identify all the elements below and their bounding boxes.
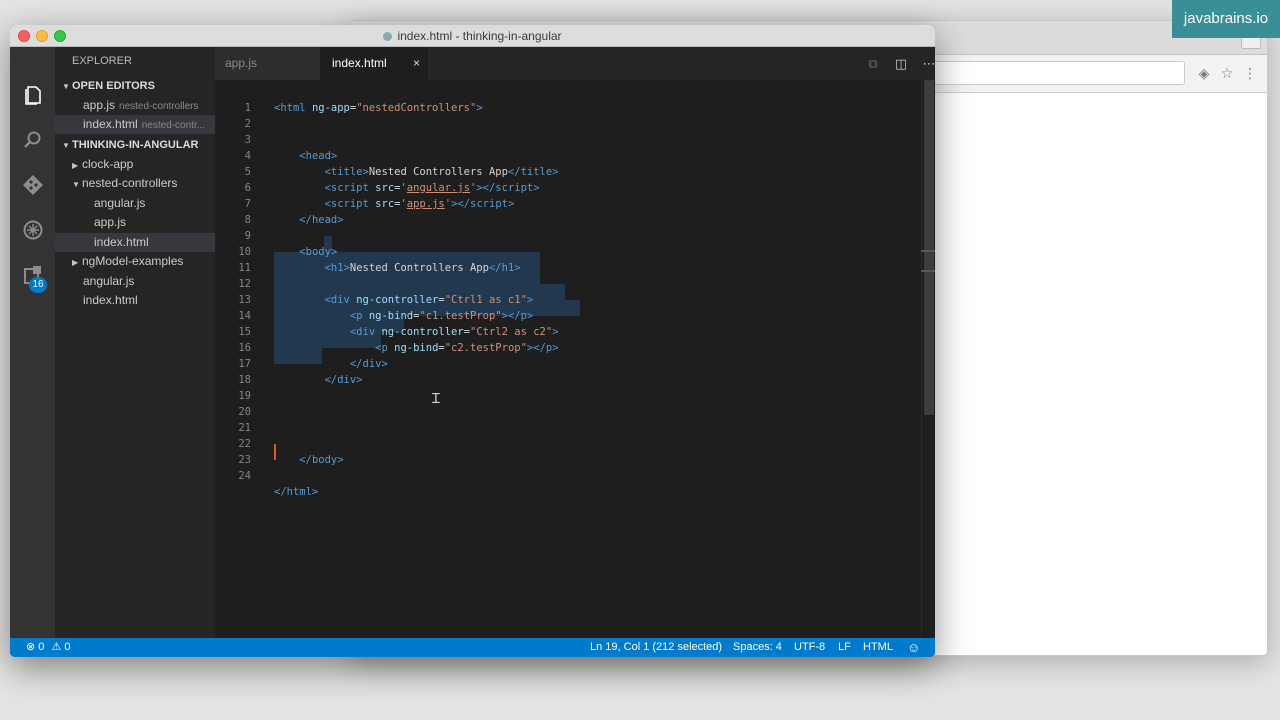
- error-icon: ⊗: [26, 641, 36, 653]
- tree-file-index-html[interactable]: index.html: [55, 233, 215, 252]
- code-line: 8 </head>: [244, 214, 344, 226]
- chevron-down-icon: ▼: [72, 180, 80, 189]
- chevron-right-icon: ▶: [72, 161, 79, 170]
- activity-bar: 16: [10, 47, 55, 638]
- code-line: 20: [238, 406, 251, 418]
- code-line: 22: [238, 438, 251, 450]
- close-window-button[interactable]: [18, 30, 30, 42]
- code-line: 3: [244, 134, 251, 146]
- files-icon[interactable]: [20, 84, 45, 109]
- text-cursor: [274, 444, 276, 460]
- chevron-down-icon: ▼: [62, 141, 70, 150]
- scroll-thumb[interactable]: [924, 80, 934, 415]
- code-line: 18 </div>: [238, 374, 363, 386]
- close-tab-icon[interactable]: ×: [413, 47, 420, 80]
- code-line: 6 <script src='angular.js'></script>: [244, 182, 540, 194]
- code-line: 14 <p ng-bind="c1.testProp"></p>: [238, 310, 534, 322]
- debug-icon[interactable]: [20, 219, 45, 244]
- editor-scrollbar[interactable]: [921, 80, 935, 638]
- code-line: 16 <p ng-bind="c2.testProp"></p>: [238, 342, 559, 354]
- extensions-badge: 16: [29, 277, 47, 293]
- tree-file-app-js[interactable]: app.js: [55, 213, 215, 232]
- chevron-down-icon: ▼: [62, 82, 70, 91]
- cursor-position[interactable]: Ln 19, Col 1 (212 selected): [590, 638, 722, 657]
- file-icon: [383, 32, 393, 41]
- explorer-sidebar: EXPLORER ▼ OPEN EDITORS app.js nested-cont…: [55, 47, 215, 638]
- code-line: 7 <script src='app.js'></script>: [244, 198, 515, 210]
- code-line: 19: [238, 390, 251, 402]
- warning-icon: ⚠: [51, 641, 62, 653]
- code-line: 11 <h1>Nested Controllers App</h1>: [238, 262, 521, 274]
- language-mode[interactable]: HTML: [863, 638, 893, 657]
- chevron-right-icon: ▶: [72, 258, 79, 267]
- code-line: </html>: [274, 486, 319, 498]
- split-editor-icon[interactable]: ◫: [892, 55, 910, 73]
- code-line: 12: [238, 278, 251, 290]
- vscode-window: index.html - thinking-in-angular 16 EXPL…: [10, 25, 935, 657]
- bookmark-star-icon[interactable]: ☆: [1217, 63, 1237, 83]
- code-line: 13 <div ng-controller="Ctrl1 as c1">: [238, 294, 534, 306]
- code-line: 1 <html ng-app="nestedControllers">: [244, 102, 483, 114]
- code-editor[interactable]: 1 <html ng-app="nestedControllers"> 2 3 4…: [215, 80, 935, 638]
- tree-file-angular-js[interactable]: angular.js: [55, 272, 215, 291]
- code-line: 5 <title>Nested Controllers App</title>: [244, 166, 559, 178]
- tree-file-angular-js[interactable]: angular.js: [55, 194, 215, 213]
- mouse-ibeam-icon: Ɪ: [432, 391, 440, 407]
- tab-app-js[interactable]: app.js: [215, 47, 320, 80]
- code-line: 24: [238, 470, 251, 482]
- zoom-window-button[interactable]: [54, 30, 66, 42]
- angular-extension-icon[interactable]: ◈: [1194, 63, 1214, 83]
- open-editor-item[interactable]: index.html nested-contr...: [55, 115, 215, 134]
- more-actions-icon[interactable]: ⋯: [920, 55, 936, 73]
- feedback-smiley-icon[interactable]: ☺: [907, 638, 920, 657]
- encoding[interactable]: UTF-8: [794, 638, 825, 657]
- tree-file-index-html[interactable]: index.html: [55, 291, 215, 310]
- open-changes-icon[interactable]: ⧉: [864, 55, 882, 73]
- code-line: 21: [238, 422, 251, 434]
- git-icon[interactable]: [20, 174, 45, 199]
- browser-menu-icon[interactable]: ⋮: [1240, 63, 1260, 83]
- indentation[interactable]: Spaces: 4: [733, 638, 782, 657]
- code-line: 9: [244, 230, 251, 242]
- explorer-title: EXPLORER: [72, 55, 132, 67]
- problems-indicator[interactable]: ⊗ 0 ⚠ 0: [26, 638, 71, 657]
- brand-badge: javabrains.io: [1172, 0, 1280, 38]
- minimize-window-button[interactable]: [36, 30, 48, 42]
- end-of-line[interactable]: LF: [838, 638, 851, 657]
- tree-folder-nested-controllers[interactable]: ▼ nested-controllers: [55, 174, 215, 193]
- tree-folder-ngmodel-examples[interactable]: ▶ ngModel-examples: [55, 252, 215, 271]
- code-line: 17 </div>: [238, 358, 388, 370]
- project-header[interactable]: ▼ THINKING-IN-ANGULAR: [55, 135, 215, 155]
- editor-tabs: app.js index.html × ⧉ ◫ ⋯: [215, 47, 935, 80]
- browser-address-bar[interactable]: [931, 61, 1185, 85]
- search-icon[interactable]: [20, 129, 45, 154]
- code-line: 4 <head>: [244, 150, 338, 162]
- title-bar: index.html - thinking-in-angular: [10, 25, 935, 47]
- code-line: 15 <div ng-controller="Ctrl2 as c2">: [238, 326, 559, 338]
- open-editors-header[interactable]: ▼ OPEN EDITORS: [55, 76, 215, 96]
- code-line: 23 </body>: [238, 454, 344, 466]
- code-line: 10 <body>: [238, 246, 338, 258]
- open-editor-item[interactable]: app.js nested-controllers: [55, 96, 215, 115]
- tab-index-html[interactable]: index.html ×: [320, 47, 428, 80]
- window-title: index.html - thinking-in-angular: [397, 29, 562, 43]
- code-line: 2: [244, 118, 251, 130]
- tree-folder-clock-app[interactable]: ▶ clock-app: [55, 155, 215, 174]
- status-bar: ⊗ 0 ⚠ 0 Ln 19, Col 1 (212 selected) Spac…: [10, 638, 935, 657]
